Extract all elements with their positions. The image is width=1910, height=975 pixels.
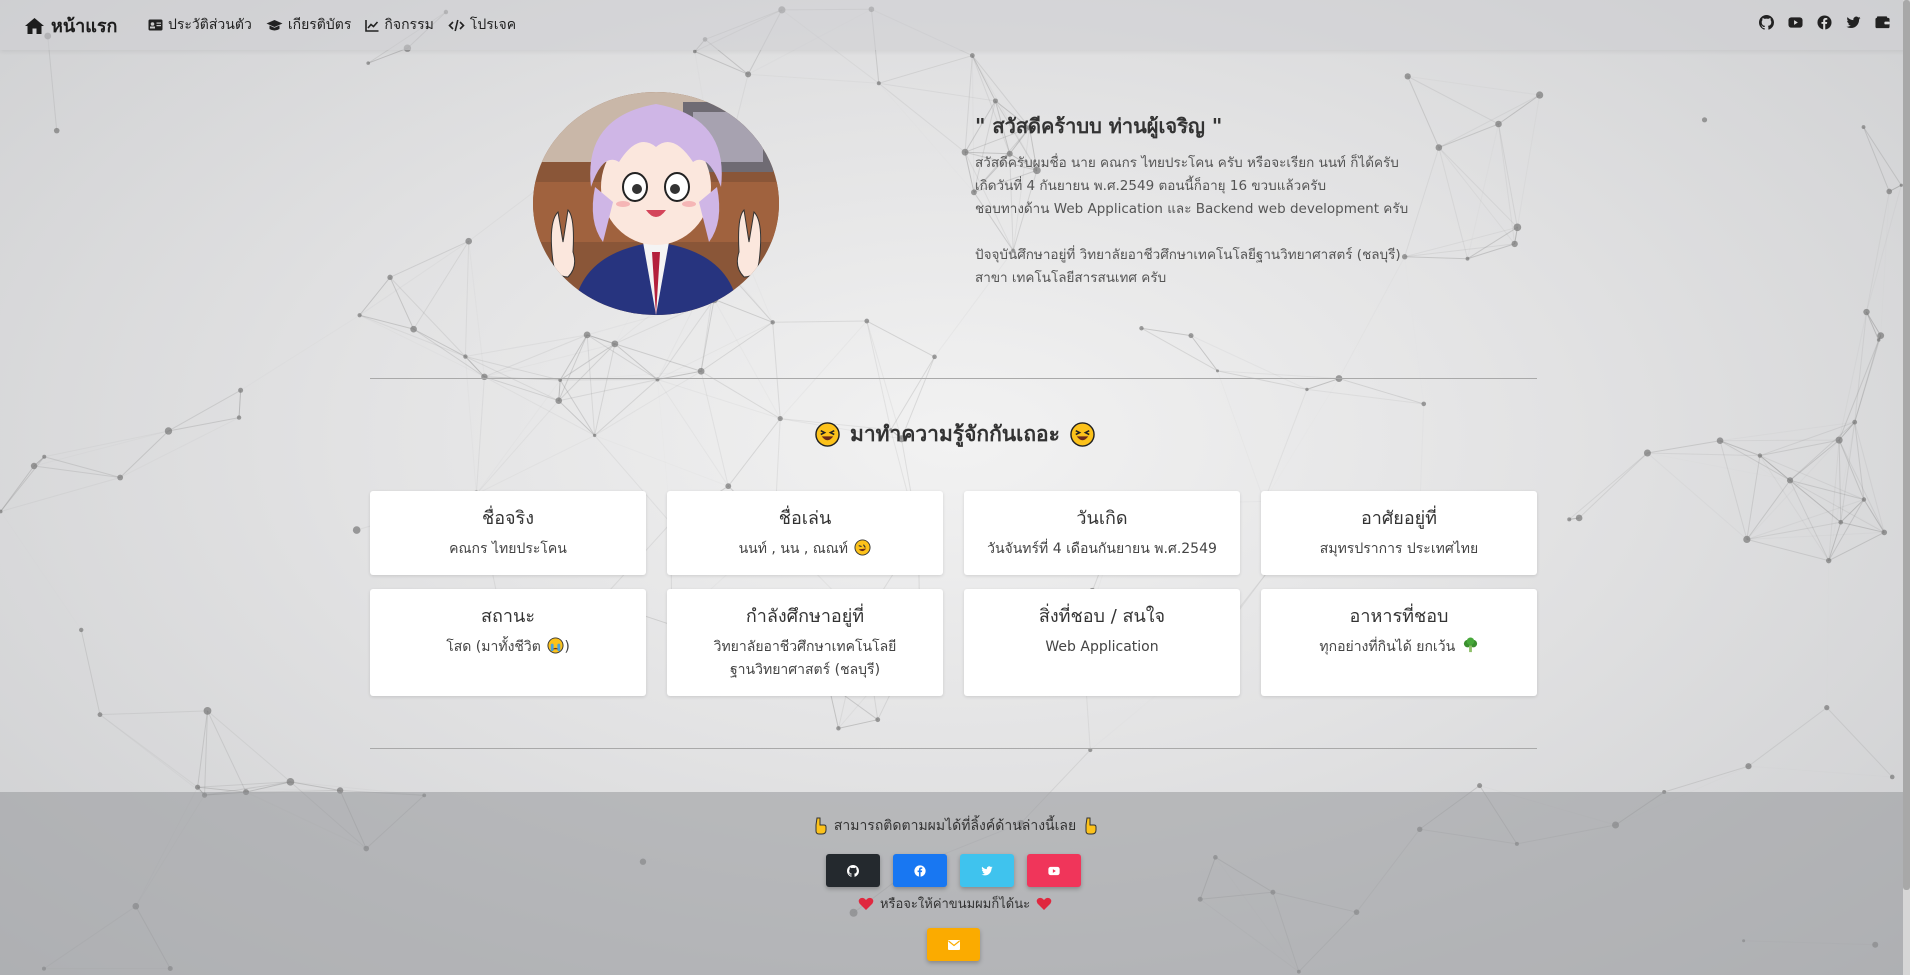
card-title: สถานะ bbox=[481, 606, 535, 627]
youtube-icon[interactable] bbox=[1788, 15, 1803, 30]
card-title: สิ่งที่ชอบ / สนใจ bbox=[1038, 606, 1166, 627]
github-icon bbox=[847, 864, 859, 877]
home-link[interactable]: หน้าแรก bbox=[24, 11, 117, 40]
card-value: วิทยาลัยอาชีวศึกษาเทคโนโลยี bbox=[713, 639, 897, 655]
card-value: คณกร ไทยประโคน bbox=[449, 541, 567, 557]
card-value: นนท์ , นน , ณณท์ bbox=[738, 541, 848, 557]
card-status: สถานะ โสด (มาทั้งชีวิต ) bbox=[370, 589, 646, 696]
about-title: มาทำความรู้จักกันเถอะ bbox=[850, 422, 1060, 446]
graduation-cap-icon bbox=[266, 19, 283, 30]
intro-line: เกิดวันที่ 4 กันยายน พ.ศ.2549 ตอนนี้ก็อา… bbox=[975, 178, 1327, 194]
intro-line: ชอบทางด้าน Web Application และ Backend w… bbox=[975, 201, 1409, 217]
profile-avatar bbox=[533, 92, 779, 315]
intro-line: สาขา เทคโนโลยีสารสนเทศ ครับ bbox=[975, 270, 1167, 286]
card-value-end: ) bbox=[564, 639, 570, 655]
donate-text: หรือจะให้ค่าขนมผมก็ได้นะ bbox=[879, 897, 1031, 912]
card-title: อาศัยอยู่ที่ bbox=[1360, 508, 1438, 529]
pointing-down-icon bbox=[1085, 817, 1097, 835]
code-icon bbox=[448, 19, 465, 31]
card-title: วันเกิด bbox=[1076, 508, 1128, 529]
line-chart-icon bbox=[365, 19, 379, 32]
card-value: วันจันทร์ที่ 4 เดือนกันยายน พ.ศ.2549 bbox=[987, 541, 1217, 557]
navbar: หน้าแรก ประวัติส่วนตัว เกียรติบัตร กิจกร… bbox=[0, 0, 1910, 50]
laughing-face-icon bbox=[1070, 422, 1095, 447]
nav-profile[interactable]: ประวัติส่วนตัว bbox=[148, 14, 252, 36]
scrollbar-thumb[interactable] bbox=[1903, 0, 1910, 890]
rofl-face-icon bbox=[854, 539, 871, 556]
donate-text-row: หรือจะให้ค่าขนมผมก็ได้นะ bbox=[0, 893, 1910, 914]
footer: สามารถติดตามผมได้ที่ลิ้งค์ด้านล่างนี้เลย… bbox=[0, 792, 1910, 975]
card-value: ทุกอย่างที่กินได้ ยกเว้น bbox=[1319, 639, 1456, 655]
heart-icon bbox=[858, 897, 874, 910]
github-icon[interactable] bbox=[1759, 15, 1775, 30]
envelope-icon bbox=[947, 939, 960, 950]
donate-button[interactable] bbox=[927, 928, 980, 961]
nav-certificates-label: เกียรติบัตร bbox=[287, 17, 352, 33]
card-favorite-food: อาหารที่ชอบ ทุกอย่างที่กินได้ ยกเว้น bbox=[1261, 589, 1537, 696]
crying-face-icon bbox=[547, 637, 564, 654]
twitter-button[interactable] bbox=[960, 854, 1014, 887]
nav-activities-label: กิจกรรม bbox=[384, 17, 434, 33]
facebook-icon[interactable] bbox=[1817, 15, 1832, 30]
wallet-icon[interactable] bbox=[1875, 15, 1890, 30]
github-button[interactable] bbox=[826, 854, 880, 887]
intro-line: สวัสดีครับผมชื่อ นาย คณกร ไทยประโคน ครับ… bbox=[975, 155, 1399, 171]
broccoli-icon bbox=[1463, 637, 1477, 653]
nav-certificates[interactable]: เกียรติบัตร bbox=[266, 14, 352, 36]
follow-text: สามารถติดตามผมได้ที่ลิ้งค์ด้านล่างนี้เลย bbox=[833, 818, 1077, 834]
card-school: กำลังศึกษาอยู่ที่ วิทยาลัยอาชีวศึกษาเทคโ… bbox=[667, 589, 943, 696]
card-nickname: ชื่อเล่น นนท์ , นน , ณณท์ bbox=[667, 491, 943, 575]
heart-icon bbox=[1036, 897, 1052, 910]
facebook-button[interactable] bbox=[893, 854, 947, 887]
divider bbox=[370, 748, 1537, 749]
about-heading: มาทำความรู้จักกันเถอะ bbox=[0, 418, 1910, 451]
greeting-heading: " สวัสดีคร้าบบ ท่านผู้เจริญ " bbox=[975, 114, 1223, 138]
card-title: กำลังศึกษาอยู่ที่ bbox=[745, 606, 865, 627]
card-birthday: วันเกิด วันจันทร์ที่ 4 เดือนกันยายน พ.ศ.… bbox=[964, 491, 1240, 575]
card-value: สมุทรปราการ ประเทศไทย bbox=[1319, 541, 1479, 557]
card-value: Web Application bbox=[1045, 639, 1159, 655]
card-residence: อาศัยอยู่ที่ สมุทรปราการ ประเทศไทย bbox=[1261, 491, 1537, 575]
youtube-icon bbox=[1048, 866, 1060, 875]
twitter-icon bbox=[981, 865, 993, 875]
card-value-line2: ฐานวิทยาศาสตร์ (ชลบุรี) bbox=[729, 662, 881, 678]
brand-label: หน้าแรก bbox=[51, 16, 118, 37]
nav-profile-label: ประวัติส่วนตัว bbox=[168, 17, 252, 33]
card-interests: สิ่งที่ชอบ / สนใจ Web Application bbox=[964, 589, 1240, 696]
card-title: ชื่อจริง bbox=[481, 508, 535, 529]
laughing-face-icon bbox=[815, 422, 840, 447]
pointing-down-icon bbox=[815, 817, 827, 835]
intro-section: " สวัสดีคร้าบบ ท่านผู้เจริญ " สวัสดีครับ… bbox=[975, 110, 1408, 290]
divider bbox=[370, 378, 1537, 379]
scrollbar[interactable] bbox=[1903, 0, 1910, 975]
twitter-icon[interactable] bbox=[1846, 15, 1861, 30]
card-title: อาหารที่ชอบ bbox=[1349, 606, 1449, 627]
facebook-icon bbox=[914, 864, 926, 877]
nav-activities[interactable]: กิจกรรม bbox=[365, 14, 434, 36]
youtube-button[interactable] bbox=[1027, 854, 1081, 887]
card-value: โสด (มาทั้งชีวิต bbox=[446, 639, 541, 655]
card-real-name: ชื่อจริง คณกร ไทยประโคน bbox=[370, 491, 646, 575]
nav-projects-label: โปรเจค bbox=[469, 17, 517, 33]
id-card-icon bbox=[148, 19, 163, 31]
about-cards: ชื่อจริง คณกร ไทยประโคน ชื่อเล่น นนท์ , … bbox=[370, 491, 1537, 696]
card-title: ชื่อเล่น bbox=[778, 508, 832, 529]
follow-text-row: สามารถติดตามผมได้ที่ลิ้งค์ด้านล่างนี้เลย bbox=[0, 815, 1910, 837]
home-icon bbox=[25, 17, 44, 34]
intro-line: ปัจจุบันศึกษาอยู่ที่ วิทยาลัยอาชีวศึกษาเ… bbox=[975, 247, 1401, 263]
nav-projects[interactable]: โปรเจค bbox=[448, 14, 516, 36]
